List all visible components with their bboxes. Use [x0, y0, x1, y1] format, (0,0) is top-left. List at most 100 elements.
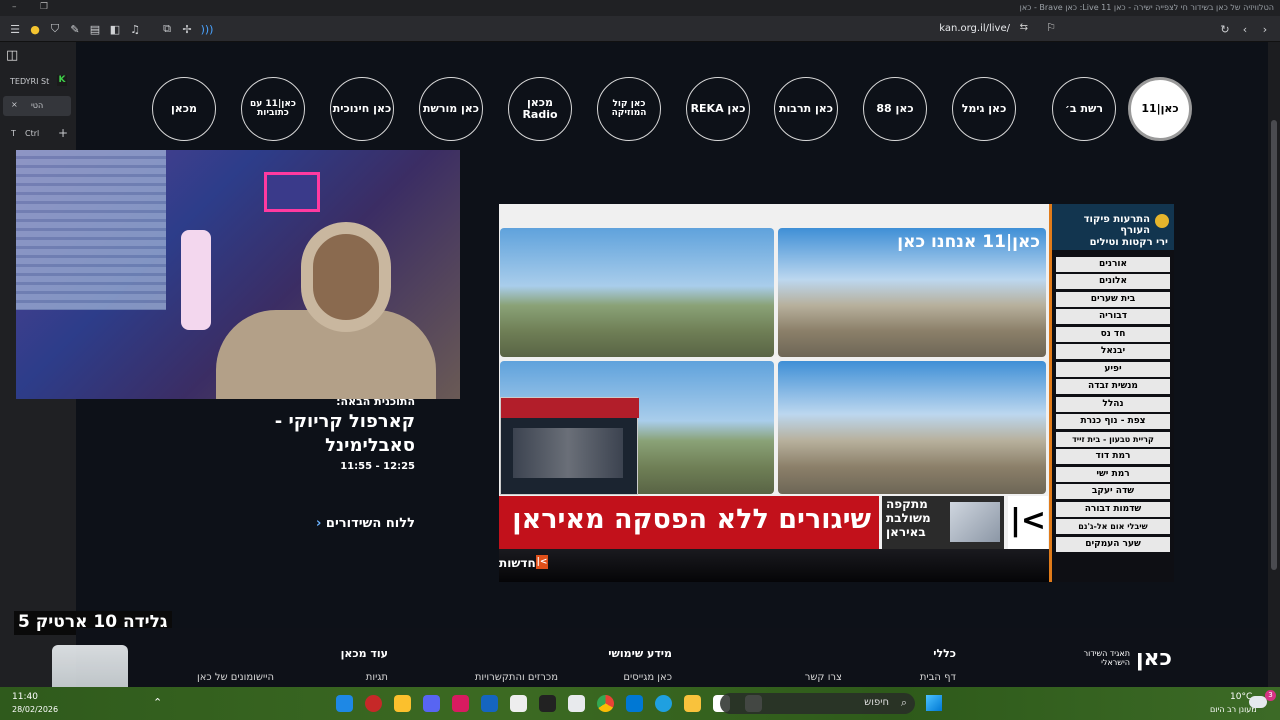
ticker-headline: שיגורים ללא הפסקה מאיראן [512, 504, 871, 535]
footer-link-tags[interactable]: תגיות [366, 672, 388, 683]
back-icon[interactable]: ‹ [1238, 22, 1252, 36]
channel-makan[interactable]: מכאן [152, 77, 216, 141]
footer-link-apps[interactable]: היישומונים של כאן [197, 672, 274, 683]
footer-heading-general: כללי [933, 647, 956, 660]
next-program-title: קארפול קריוקי - סאבלימינל [175, 410, 415, 459]
ticker-side-box: מתקפה משולבת באיראן [882, 496, 1004, 549]
footer-link-home[interactable]: דף הבית [920, 672, 956, 683]
share-icon[interactable]: ⇆ [1020, 22, 1028, 33]
channel-reshet-bet[interactable]: רשת ב׳ [1052, 77, 1116, 141]
shield-icon[interactable]: ⛉ [48, 22, 62, 36]
taskbar-date[interactable]: 28/02/2026 [12, 705, 58, 714]
weather-desc[interactable]: מעונן רב היום [1210, 705, 1257, 714]
wifi-icon[interactable]: ))) [200, 22, 214, 36]
url-text: kan.org.il/live/ [939, 23, 1010, 34]
alert-city: בית שערים [1056, 291, 1170, 307]
pen-icon[interactable]: ✎ [68, 22, 82, 36]
chevron-up-icon[interactable]: ⌃ [153, 696, 162, 709]
kan-logo-badge: |< [1008, 496, 1048, 549]
footer-heading-useful: מידע שימושי [608, 647, 672, 660]
alert-city: מנשית זבדה [1056, 379, 1170, 394]
music-icon[interactable]: ♫ [128, 22, 142, 36]
person-head [301, 222, 391, 332]
extension-icon[interactable]: ● [28, 22, 42, 36]
screenshot-icon[interactable]: ⧉ [160, 22, 174, 36]
app-icon[interactable] [365, 695, 382, 712]
restore-icon[interactable]: ❐ [40, 2, 48, 12]
channel-moreshet[interactable]: כאן מורשת [419, 77, 483, 141]
app-icon[interactable] [568, 695, 585, 712]
reload-icon[interactable]: ↻ [1218, 22, 1232, 36]
chrome-icon[interactable] [597, 695, 614, 712]
app-icon[interactable] [452, 695, 469, 712]
video-player[interactable]: כאן|11 אנחנו כאן התרעות פיקוד העורף ירי … [499, 204, 1174, 582]
store-icon[interactable] [626, 695, 643, 712]
windows-taskbar: 11:40 28/02/2026 ⌃ חיפוש ⌕ 10°C מעונן רב… [0, 687, 1280, 720]
channel-kol-hamusica[interactable]: כאן קול המוזיקה [597, 77, 661, 141]
menu-icon[interactable]: ☰ [8, 22, 22, 36]
scrollbar-thumb[interactable] [1271, 120, 1277, 570]
alert-city: יפיע [1056, 361, 1170, 377]
puzzle-icon[interactable]: ✢ [180, 22, 194, 36]
footer-logo[interactable]: כאן [1136, 646, 1172, 671]
channel-reka[interactable]: REKA כאן [686, 77, 750, 141]
app-icon[interactable] [394, 695, 411, 712]
edge-icon[interactable] [655, 695, 672, 712]
channel-88[interactable]: כאן 88 [863, 77, 927, 141]
sidebar-toggle-icon[interactable]: ◧ [108, 22, 122, 36]
window-blinds [16, 150, 166, 310]
window-menu-icon[interactable]: – [12, 2, 17, 12]
studio-people [513, 428, 623, 478]
cloud-icon [1249, 696, 1267, 708]
footer-link-jobs[interactable]: כאן מגייסים [623, 672, 672, 683]
search-placeholder: חיפוש [864, 697, 889, 708]
video-tile-skyline [778, 361, 1046, 494]
chevron-left-icon: ‹ [316, 516, 322, 531]
reader-icon[interactable]: ▤ [88, 22, 102, 36]
notification-badge: 3 [1265, 690, 1276, 701]
app-icon[interactable] [336, 695, 353, 712]
channel-gimmel[interactable]: כאן גימל [952, 77, 1016, 141]
channel-makan-radio[interactable]: מכאן Radio [508, 77, 572, 141]
microphone [181, 230, 211, 330]
news-tag: חדשות [499, 556, 536, 570]
channel-kan11[interactable]: כאן|11 [1128, 77, 1192, 141]
footer-link-tenders[interactable]: מכרזים והתקשרויות [475, 672, 558, 683]
webcam-overlay [16, 150, 460, 399]
alert-subtitle: ירי רקטות וטילים [1089, 237, 1168, 248]
taskbar-time[interactable]: 11:40 [12, 692, 38, 702]
next-program-time: 11:55 - 12:25 [340, 461, 415, 472]
alert-city: יבנאל [1056, 344, 1170, 359]
alert-city: שיבלי אום אל-ג'נם [1056, 519, 1170, 534]
schedule-link-text: ללוח השידורים [325, 516, 415, 531]
window-title: הטלוויזיה של כאן בשידור חי לצפייה ישירה … [1019, 3, 1274, 12]
alert-city: שער העמקים [1056, 536, 1170, 552]
alert-city: נהלל [1056, 396, 1170, 412]
discord-icon[interactable] [423, 695, 440, 712]
windows-start-icon[interactable] [926, 695, 942, 711]
next-program-label: התוכנית הבאה: [336, 395, 415, 408]
studio-backdrop [501, 398, 639, 418]
news-ticker: שיגורים ללא הפסקה מאיראן [499, 496, 879, 549]
news-logo-icon: |< [536, 555, 548, 569]
home-front-logo-icon [1155, 214, 1169, 228]
bookmark-icon[interactable]: ⚐ [1046, 21, 1056, 34]
alert-title: התרעות פיקוד העורף [1083, 214, 1150, 236]
channel-chinuchit[interactable]: כאן חינוכית [330, 77, 394, 141]
alert-city-list: אורנים אלונים בית שערים דבוריה חד נס יבנ… [1052, 254, 1174, 554]
ticker-side-line: באיראן [886, 524, 926, 539]
channel-kan11-subtitles[interactable]: כאן|11 עם כתוביות [241, 77, 305, 141]
ticker-side-line: משולבת [886, 510, 931, 525]
alert-city: שדמות דבורה [1056, 501, 1170, 517]
schedule-link[interactable]: ללוח השידורים ‹ [316, 516, 415, 531]
forward-icon[interactable]: › [1258, 22, 1272, 36]
channel-tarbut[interactable]: כאן תרבות [774, 77, 838, 141]
footer-link-contact[interactable]: צרו קשר [805, 672, 842, 683]
folder-icon[interactable] [684, 695, 701, 712]
address-bar[interactable]: kan.org.il/live/ ⇆ ⚐ [318, 19, 1070, 39]
app-icon[interactable] [481, 695, 498, 712]
alert-city: קריית טבעון - בית זייד [1056, 431, 1170, 447]
app-icon[interactable] [510, 695, 527, 712]
taskbar-search[interactable]: חיפוש ⌕ [720, 693, 915, 714]
chatgpt-icon[interactable] [539, 695, 556, 712]
